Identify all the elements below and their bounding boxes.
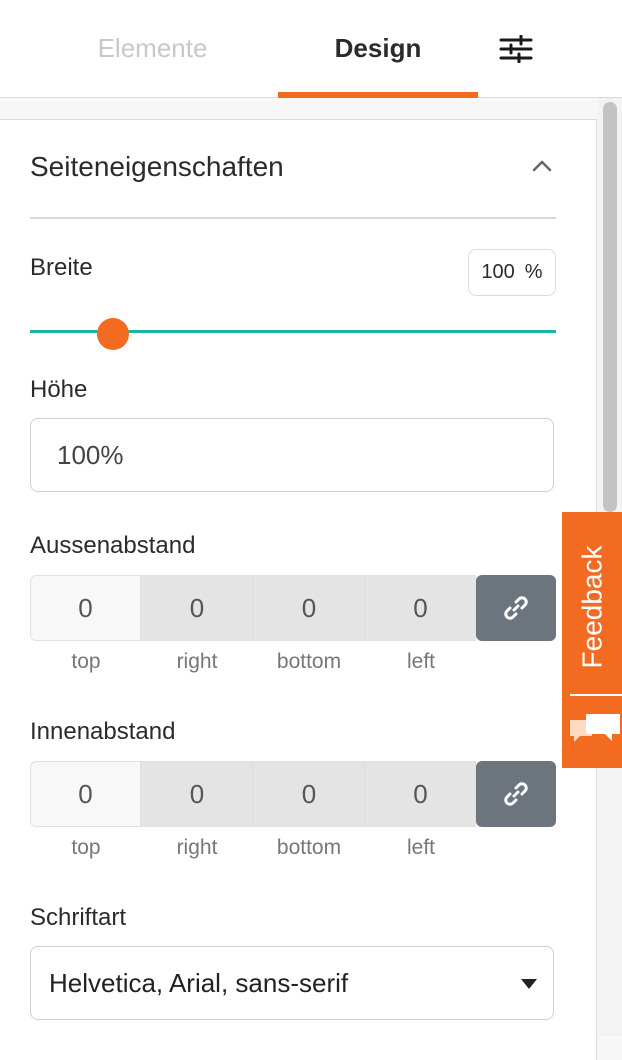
side-label-left: left — [406, 650, 435, 673]
schriftart-label: Schriftart — [30, 904, 127, 931]
aussenabstand-right-input[interactable]: 0 — [141, 575, 253, 641]
aussenabstand-bottom-input[interactable]: 0 — [253, 575, 365, 641]
aussenabstand-top-input[interactable]: 0 — [30, 575, 141, 641]
innenabstand-inputs: 0 0 0 0 — [30, 761, 556, 827]
caret-down-icon — [521, 979, 537, 989]
hoehe-value: 100% — [57, 439, 124, 470]
breite-slider-thumb[interactable] — [96, 318, 129, 350]
aussenabstand-inputs: 0 0 0 0 — [30, 575, 556, 641]
aussenabstand-left-input[interactable]: 0 — [365, 575, 476, 641]
schriftart-value: Helvetica, Arial, sans-serif — [49, 967, 349, 998]
feedback-divider — [570, 694, 622, 696]
side-label-top: top — [71, 650, 101, 673]
tab-design[interactable]: Design — [278, 0, 478, 98]
hoehe-label: Höhe — [30, 376, 88, 403]
aussenabstand-label: Aussenabstand — [30, 532, 196, 559]
innenabstand-bottom-input[interactable]: 0 — [253, 761, 365, 827]
breite-unit: % — [524, 261, 543, 283]
breite-percent-input[interactable]: 100 % — [468, 249, 556, 296]
active-tab-indicator — [278, 92, 478, 98]
innenabstand-side-labels: top right bottom left — [30, 836, 476, 866]
feedback-label-wrap: Feedback — [566, 522, 618, 692]
innenabstand-label: Innenabstand — [30, 718, 176, 745]
side-label-bottom: bottom — [276, 836, 342, 859]
innenabstand-top-input[interactable]: 0 — [30, 761, 141, 827]
tab-settings[interactable] — [478, 0, 554, 97]
schriftart-select[interactable]: Helvetica, Arial, sans-serif — [30, 946, 554, 1020]
tab-bar: Elemente Design — [0, 0, 622, 98]
innenabstand-left-input[interactable]: 0 — [365, 761, 476, 827]
aussenabstand-side-labels: top right bottom left — [30, 650, 476, 680]
tab-elemente[interactable]: Elemente — [30, 0, 275, 97]
side-label-right: right — [176, 650, 218, 673]
sliders-icon — [499, 34, 533, 63]
feedback-tab[interactable]: Feedback — [562, 512, 622, 768]
link-icon — [504, 782, 528, 806]
side-label-bottom: bottom — [276, 650, 342, 673]
breite-label: Breite — [30, 254, 93, 281]
feedback-label: Feedback — [576, 545, 607, 669]
side-label-left: left — [406, 836, 435, 859]
side-label-top: top — [71, 836, 101, 859]
section-header[interactable]: Seiteneigenschaften — [30, 147, 556, 219]
innenabstand-link-button[interactable] — [476, 761, 556, 827]
hoehe-input[interactable]: 100% — [30, 418, 554, 492]
side-label-right: right — [176, 836, 218, 859]
link-icon — [504, 596, 528, 620]
chevron-up-icon[interactable] — [532, 159, 552, 173]
scrollbar-thumb[interactable] — [603, 102, 617, 512]
innenabstand-right-input[interactable]: 0 — [141, 761, 253, 827]
aussenabstand-link-button[interactable] — [476, 575, 556, 641]
speech-bubbles-icon — [570, 714, 620, 742]
tab-design-label: Design — [334, 33, 422, 63]
breite-value: 100 — [481, 261, 515, 283]
section-title: Seiteneigenschaften — [30, 151, 284, 182]
